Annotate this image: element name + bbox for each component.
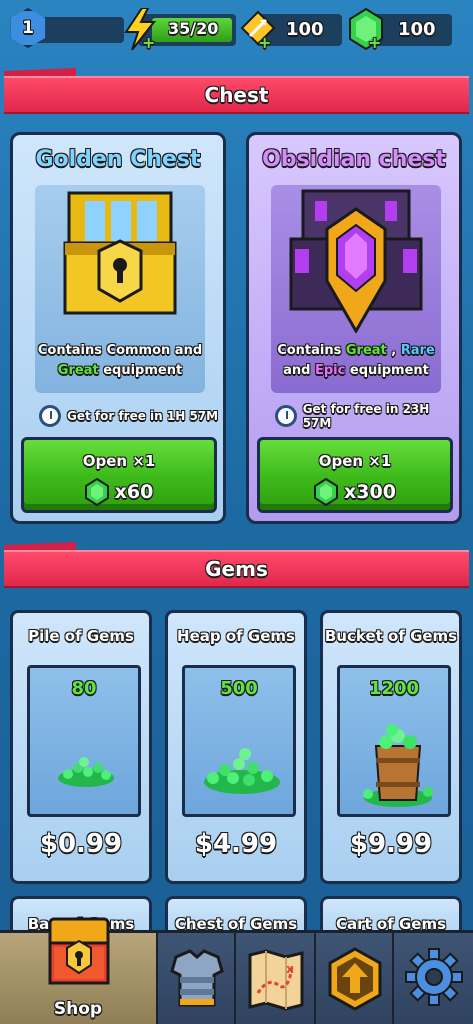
gem-pile-icon <box>58 757 114 787</box>
pack-title: Bucket of Gems <box>324 627 458 645</box>
gems-value: 100 <box>398 19 436 40</box>
free-timer: Get for free in 23H 57M <box>275 402 459 430</box>
open-golden-chest-button[interactable]: Open ×1 x60 <box>21 437 217 513</box>
chest-preview: Contains Common and Great equipment <box>35 185 205 393</box>
pack-title: Pile of Gems <box>28 627 134 645</box>
map-icon: x <box>248 949 304 1011</box>
timer-text: Get for free in 1H 57M <box>67 409 219 423</box>
chest-title: Golden Chest <box>35 147 201 172</box>
add-arrows-icon: + <box>258 33 272 52</box>
obsidian-chest-card[interactable]: Obsidian chest Contains Great , Rare and… <box>246 132 462 524</box>
tab-map[interactable]: x <box>236 933 316 1024</box>
tab-equipment[interactable] <box>158 933 236 1024</box>
pack-title: Heap of Gems <box>177 627 295 645</box>
timer-text: Get for free in 23H 57M <box>302 402 430 430</box>
free-timer: Get for free in 1H 57M <box>39 403 218 429</box>
gem-bucket-icon <box>363 724 433 807</box>
arrows-counter[interactable]: + 100 <box>240 10 342 51</box>
chest-preview: Contains Great , Rare and Epic equipment <box>271 185 441 393</box>
pack-preview: 80 <box>27 665 141 817</box>
bottom-navigation: Shop x <box>0 917 473 1024</box>
pack-price: $4.99 <box>194 829 278 859</box>
pack-preview: 500 <box>182 665 296 817</box>
gem-heap-icon <box>204 748 280 794</box>
open-price: x60 <box>24 478 214 506</box>
gem-pack-bucket[interactable]: Bucket of Gems 1200 $9.99 <box>320 610 462 884</box>
chest-description: Contains Great , Rare and Epic equipment <box>277 343 435 378</box>
pack-price: $9.99 <box>349 829 433 859</box>
gems-counter[interactable]: + 100 <box>348 8 452 51</box>
tab-upgrade[interactable] <box>316 933 394 1024</box>
pack-amount: 80 <box>71 678 97 699</box>
pack-amount: 500 <box>220 678 258 699</box>
arrows-value: 100 <box>286 19 324 40</box>
resource-bar: 1 + 35/20 + 100 + 100 <box>0 0 473 62</box>
chest-title: Obsidian chest <box>262 147 446 172</box>
add-energy-icon: + <box>142 33 156 52</box>
gems-section-header: Gems <box>4 542 469 588</box>
gem-icon <box>84 478 109 506</box>
gem-pack-pile[interactable]: Pile of Gems 80 $0.99 <box>10 610 152 884</box>
section-title: Chest <box>4 76 469 114</box>
player-level[interactable]: 1 <box>8 8 124 48</box>
pack-preview: 1200 <box>337 665 451 817</box>
open-price: x300 <box>260 478 450 506</box>
pack-price: $0.99 <box>39 829 123 859</box>
tab-shop[interactable]: Shop <box>0 917 158 1024</box>
gem-icon <box>314 478 339 506</box>
tab-label: Shop <box>53 999 103 1019</box>
clock-icon <box>39 405 61 427</box>
section-title: Gems <box>4 550 469 588</box>
chest-description: Contains Common and Great equipment <box>37 343 203 378</box>
energy-value: 35/20 <box>168 19 219 38</box>
tab-settings[interactable] <box>394 933 473 1024</box>
add-gems-icon: + <box>368 33 382 52</box>
open-obsidian-chest-button[interactable]: Open ×1 x300 <box>257 437 453 513</box>
energy-counter[interactable]: + 35/20 <box>124 8 236 51</box>
shop-icon <box>48 917 110 985</box>
obsidian-chest-icon <box>289 189 423 333</box>
upgrade-icon <box>328 947 382 1011</box>
clock-icon <box>275 405 297 427</box>
chest-section-header: Chest <box>4 68 469 114</box>
pack-amount: 1200 <box>368 678 420 699</box>
gem-pack-heap[interactable]: Heap of Gems 500 $4.99 <box>165 610 307 884</box>
golden-chest-card[interactable]: Golden Chest Contains Common and Great e… <box>10 132 226 524</box>
settings-icon <box>405 948 463 1006</box>
open-label: Open ×1 <box>82 452 156 470</box>
golden-chest-icon <box>63 191 177 315</box>
svg-text:x: x <box>286 962 294 976</box>
open-label: Open ×1 <box>318 452 392 470</box>
armor-icon <box>170 949 224 1007</box>
